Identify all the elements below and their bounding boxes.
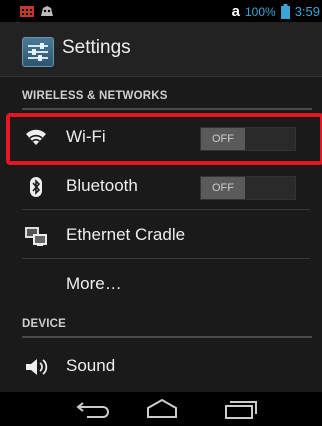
status-indicators: a 100% 3:59 <box>232 3 320 20</box>
status-bar: a 100% 3:59 <box>0 0 322 22</box>
toggle-state: OFF <box>201 177 245 199</box>
home-icon <box>147 398 177 418</box>
divider <box>22 258 310 259</box>
page-title: Settings <box>62 37 131 58</box>
highlight-box <box>6 113 322 165</box>
speaker-icon <box>24 356 48 378</box>
calendar-icon <box>20 6 34 17</box>
divider <box>22 209 310 210</box>
settings-app-icon[interactable] <box>22 37 54 67</box>
back-icon <box>76 402 109 418</box>
settings-item-sound[interactable]: Sound <box>0 343 322 390</box>
action-bar: Settings <box>0 22 322 77</box>
settings-item-ethernet-cradle[interactable]: Ethernet Cradle <box>0 212 322 259</box>
ethernet-icon <box>24 225 48 247</box>
battery-percent: 100% <box>244 4 276 19</box>
recent-apps-icon <box>225 401 257 419</box>
section-header-device: DEVICE <box>22 318 312 338</box>
settings-item-label: More… <box>66 274 122 293</box>
home-button[interactable] <box>142 397 182 421</box>
settings-item-label: Ethernet Cradle <box>66 225 186 244</box>
bluetooth-toggle[interactable]: OFF <box>200 176 296 200</box>
settings-item-bluetooth[interactable]: Bluetooth OFF <box>0 163 322 210</box>
notification-app-icon <box>41 6 53 16</box>
bluetooth-icon <box>24 176 48 198</box>
settings-item-more[interactable]: More… <box>0 261 322 308</box>
battery-icon <box>280 4 290 19</box>
clock: 3:59 <box>294 4 320 19</box>
section-header-wireless: WIRELESS & NETWORKS <box>22 90 312 110</box>
navigation-bar <box>0 392 322 426</box>
back-button[interactable] <box>75 397 115 421</box>
notification-icons <box>20 5 54 17</box>
recent-apps-button[interactable] <box>220 397 260 421</box>
settings-item-label: Sound <box>66 356 116 375</box>
settings-item-label: Bluetooth <box>66 176 138 195</box>
carrier-label: a <box>231 3 240 20</box>
